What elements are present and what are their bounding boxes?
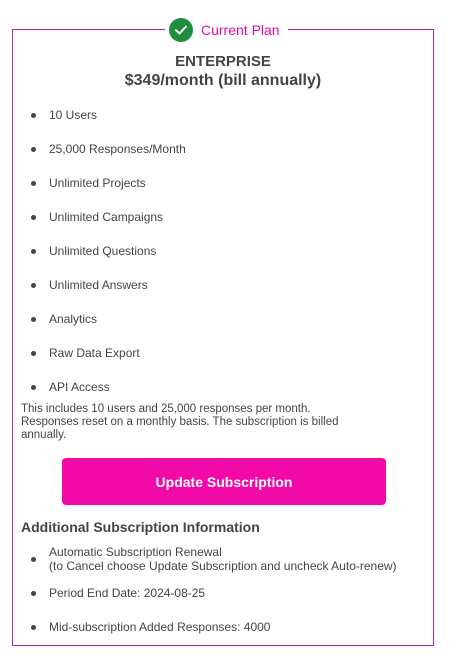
feature-label: 10 Users: [49, 108, 98, 122]
bullet-icon: [31, 180, 36, 186]
bullet-icon: [31, 316, 36, 322]
bullet-icon: [31, 590, 36, 596]
bullet-icon: [31, 384, 36, 390]
feature-label: Unlimited Questions: [49, 244, 157, 258]
feature-label: Unlimited Campaigns: [49, 210, 164, 224]
feature-label: Unlimited Answers: [49, 278, 148, 292]
feature-label: 25,000 Responses/Month: [49, 142, 186, 156]
current-plan-badge: Current Plan: [165, 17, 288, 43]
renewal-title: Automatic Subscription Renewal: [49, 545, 222, 559]
feature-list: 10 Users 25,000 Responses/Month Unlimite…: [13, 98, 433, 404]
additional-info-heading: Additional Subscription Information: [21, 519, 260, 535]
list-item: Automatic Subscription Renewal (to Cance…: [13, 542, 433, 576]
plan-price: $349/month (bill annually): [124, 72, 322, 89]
renewal-note: (to Cancel choose Update Subscription an…: [49, 559, 397, 573]
plan-name: ENTERPRISE: [175, 53, 271, 70]
bullet-icon: [31, 248, 36, 254]
list-item: Period End Date: 2024-08-25: [13, 576, 433, 610]
current-plan-label: Current Plan: [201, 22, 280, 38]
bullet-icon: [31, 624, 36, 630]
bullet-icon: [31, 112, 36, 118]
list-item: Raw Data Export: [13, 336, 433, 370]
list-item: API Access: [13, 370, 433, 404]
feature-label: Unlimited Projects: [49, 176, 146, 190]
list-item: Unlimited Answers: [13, 268, 433, 302]
period-end-date: Period End Date: 2024-08-25: [49, 586, 206, 600]
added-responses: Mid-subscription Added Responses: 4000: [49, 620, 271, 634]
list-item: Analytics: [13, 302, 433, 336]
list-item: Unlimited Campaigns: [13, 200, 433, 234]
list-item: Mid-subscription Added Responses: 4000: [13, 610, 433, 644]
list-item: Unlimited Questions: [13, 234, 433, 268]
renewal-info: Automatic Subscription Renewal (to Cance…: [49, 545, 397, 573]
list-item: Unlimited Projects: [13, 166, 433, 200]
feature-label: Raw Data Export: [49, 346, 140, 360]
update-subscription-button[interactable]: Update Subscription: [62, 458, 386, 505]
list-item: 25,000 Responses/Month: [13, 132, 433, 166]
check-circle-icon: [169, 18, 193, 42]
feature-label: Analytics: [49, 312, 98, 326]
list-item: 10 Users: [13, 98, 433, 132]
feature-label: API Access: [49, 380, 110, 394]
plan-card: Current Plan ENTERPRISE $349/month (bill…: [12, 17, 434, 646]
bullet-icon: [31, 350, 36, 356]
bullet-icon: [31, 146, 36, 152]
bullet-icon: [31, 556, 36, 562]
plan-description: This includes 10 users and 25,000 respon…: [21, 403, 339, 441]
bullet-icon: [31, 282, 36, 288]
bullet-icon: [31, 214, 36, 220]
additional-info-list: Automatic Subscription Renewal (to Cance…: [13, 542, 433, 644]
